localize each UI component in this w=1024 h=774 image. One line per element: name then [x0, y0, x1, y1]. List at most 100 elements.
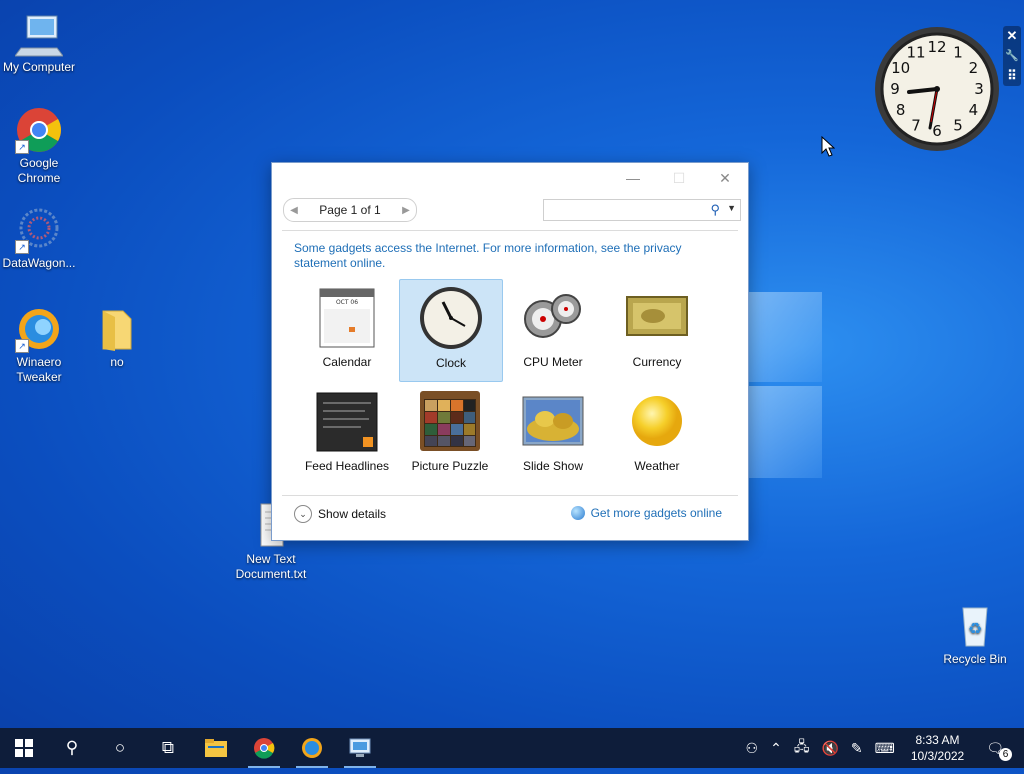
pen-icon[interactable]: ✎: [851, 740, 863, 757]
mouse-cursor-icon: [821, 136, 835, 157]
shortcut-arrow-icon: ↗: [15, 140, 29, 154]
gadget-drag-icon[interactable]: ⠿: [1003, 66, 1021, 86]
desktop-clock-gadget[interactable]: 12 1 2 3 4 5 6 7 8 9 10 11: [874, 26, 1000, 152]
gadget-label: Picture Puzzle: [411, 459, 489, 473]
gadget-cpu-meter[interactable]: CPU Meter: [502, 279, 604, 380]
feed-headlines-icon: [315, 389, 379, 453]
desktop-icon-label: Winaero Tweaker: [16, 355, 62, 384]
taskbar-time: 8:33 AM: [915, 733, 960, 747]
keyboard-icon[interactable]: ⌨: [875, 740, 895, 757]
maximize-button[interactable]: ☐: [656, 163, 702, 193]
gadget-label: Calendar: [322, 355, 372, 369]
winaero-tweaker-icon: ↗: [15, 305, 63, 353]
cortana-button[interactable]: ○: [96, 728, 144, 768]
clock-numeral: 2: [969, 59, 979, 77]
gadget-label: Currency: [632, 355, 682, 369]
globe-icon: [570, 506, 585, 520]
gadget-picture-puzzle[interactable]: Picture Puzzle: [399, 383, 501, 484]
taskbar-winaero-tweaker[interactable]: [288, 728, 336, 768]
desktop-icon-label: Recycle Bin: [943, 652, 1007, 666]
people-icon[interactable]: ⚇: [746, 740, 759, 757]
system-tray: ⚇ ⌃ 🖧 🔇 ✎ ⌨ 8:33 AM 10/3/2022 🗨 6: [740, 728, 1024, 768]
desktop-icon-folder-no[interactable]: no: [78, 305, 156, 370]
desktop-icon-label: Google Chrome: [17, 156, 61, 185]
gadget-slide-show[interactable]: Slide Show: [502, 383, 604, 484]
gadget-label: Slide Show: [522, 459, 584, 473]
desktop-icon-my-computer[interactable]: My Computer: [0, 10, 78, 75]
calendar-icon: OCT 06: [315, 285, 379, 349]
gadget-feed-headlines[interactable]: Feed Headlines: [296, 383, 398, 484]
get-more-gadgets-link[interactable]: Get more gadgets online: [570, 506, 722, 520]
calendar-month-text: OCT 06: [336, 299, 358, 306]
chrome-icon: [254, 738, 275, 759]
start-button[interactable]: [0, 728, 48, 768]
gadget-close-icon[interactable]: ✕: [1003, 26, 1021, 46]
chrome-icon: ↗: [15, 106, 63, 154]
privacy-info-link[interactable]: Some gadgets access the Internet. For mo…: [294, 241, 714, 271]
desktop-icon-label: My Computer: [2, 60, 76, 74]
task-view-button[interactable]: ⧉: [144, 728, 192, 768]
desktop-icon-label: DataWagon...: [2, 256, 76, 270]
desktop-icon-winaero-tweaker[interactable]: ↗ Winaero Tweaker: [0, 305, 78, 385]
network-icon[interactable]: 🖧: [794, 736, 810, 760]
next-page-button[interactable]: ▶: [396, 205, 416, 216]
volume-muted-icon[interactable]: 🔇: [821, 740, 838, 757]
previous-page-button[interactable]: ◀: [284, 205, 304, 216]
desktop-icon-google-chrome[interactable]: ↗ Google Chrome: [0, 106, 78, 186]
clock-numeral: 1: [953, 44, 963, 62]
gadget-label: CPU Meter: [523, 355, 583, 369]
clock-numeral: 4: [969, 101, 979, 119]
close-button[interactable]: ✕: [702, 163, 748, 193]
gadget-calendar[interactable]: OCT 06 Calendar: [296, 279, 398, 380]
search-icon: ⚲: [65, 738, 79, 757]
clock-numeral: 5: [953, 116, 963, 134]
folder-icon: [205, 739, 227, 757]
cpu-meter-icon: [521, 285, 585, 349]
clock-numeral: 7: [911, 116, 921, 134]
desktop-icon-label: no: [110, 355, 124, 369]
gadget-toolbar: ✕ 🔧 ⠿: [1003, 26, 1021, 86]
gadget-currency[interactable]: Currency: [606, 279, 708, 380]
search-gadgets-input[interactable]: ⚲ ▼: [543, 199, 741, 221]
divider: [282, 230, 738, 231]
folder-icon: [93, 305, 141, 353]
gadget-weather[interactable]: Weather: [606, 383, 708, 484]
gadget-settings-icon[interactable]: 🔧: [1003, 46, 1021, 66]
picture-puzzle-icon: [418, 389, 482, 453]
clock-numeral: 8: [896, 101, 906, 119]
svg-text:♻: ♻: [968, 619, 982, 638]
shortcut-arrow-icon: ↗: [15, 339, 29, 353]
chevron-up-icon[interactable]: ⌃: [770, 740, 782, 757]
desktop-icon-label: New Text Document.txt: [235, 552, 307, 581]
search-dropdown-button[interactable]: ▼: [727, 203, 736, 213]
winaero-tweaker-icon: [302, 738, 322, 758]
clock-numeral: 3: [974, 80, 984, 98]
datawagon-icon: ↗: [15, 206, 63, 254]
action-center-button[interactable]: 🗨 6: [980, 740, 1012, 761]
show-details-toggle[interactable]: ⌄ Show details: [294, 505, 386, 523]
currency-icon: [625, 285, 689, 349]
taskbar-date: 10/3/2022: [910, 749, 965, 763]
taskbar: ⚲ ○ ⧉ ⚇ ⌃ 🖧 🔇 ✎ ⌨ 8:33 AM 10/3/2022 🗨 6: [0, 728, 1024, 768]
taskbar-clock[interactable]: 8:33 AM 10/3/2022: [911, 732, 964, 764]
chevron-down-icon[interactable]: ⌄: [294, 505, 312, 523]
task-view-icon: ⧉: [161, 738, 175, 757]
gadgets-gallery-window: — ☐ ✕ ◀ Page 1 of 1 ▶ ⚲ ▼ Some gadgets a…: [271, 162, 749, 541]
search-icon[interactable]: ⚲: [710, 202, 720, 218]
desktop-icon-datawagon[interactable]: ↗ DataWagon...: [0, 206, 78, 271]
gadget-label: Weather: [634, 459, 680, 473]
windows-start-icon: [15, 739, 33, 757]
gadget-label: Clock: [435, 356, 466, 370]
gadget-clock[interactable]: Clock: [399, 279, 503, 382]
taskbar-gadgets-app[interactable]: [336, 728, 384, 768]
computer-icon: [14, 10, 64, 58]
notification-count-badge: 6: [999, 747, 1012, 761]
clock-numeral: 9: [890, 80, 900, 98]
taskbar-chrome[interactable]: [240, 728, 288, 768]
gadgets-app-icon: [349, 738, 371, 757]
minimize-button[interactable]: —: [610, 163, 656, 193]
taskbar-file-explorer[interactable]: [192, 728, 240, 768]
clock-numeral: 6: [932, 122, 942, 140]
desktop-icon-recycle-bin[interactable]: ♻ Recycle Bin: [936, 602, 1014, 667]
search-button[interactable]: ⚲: [48, 728, 96, 768]
